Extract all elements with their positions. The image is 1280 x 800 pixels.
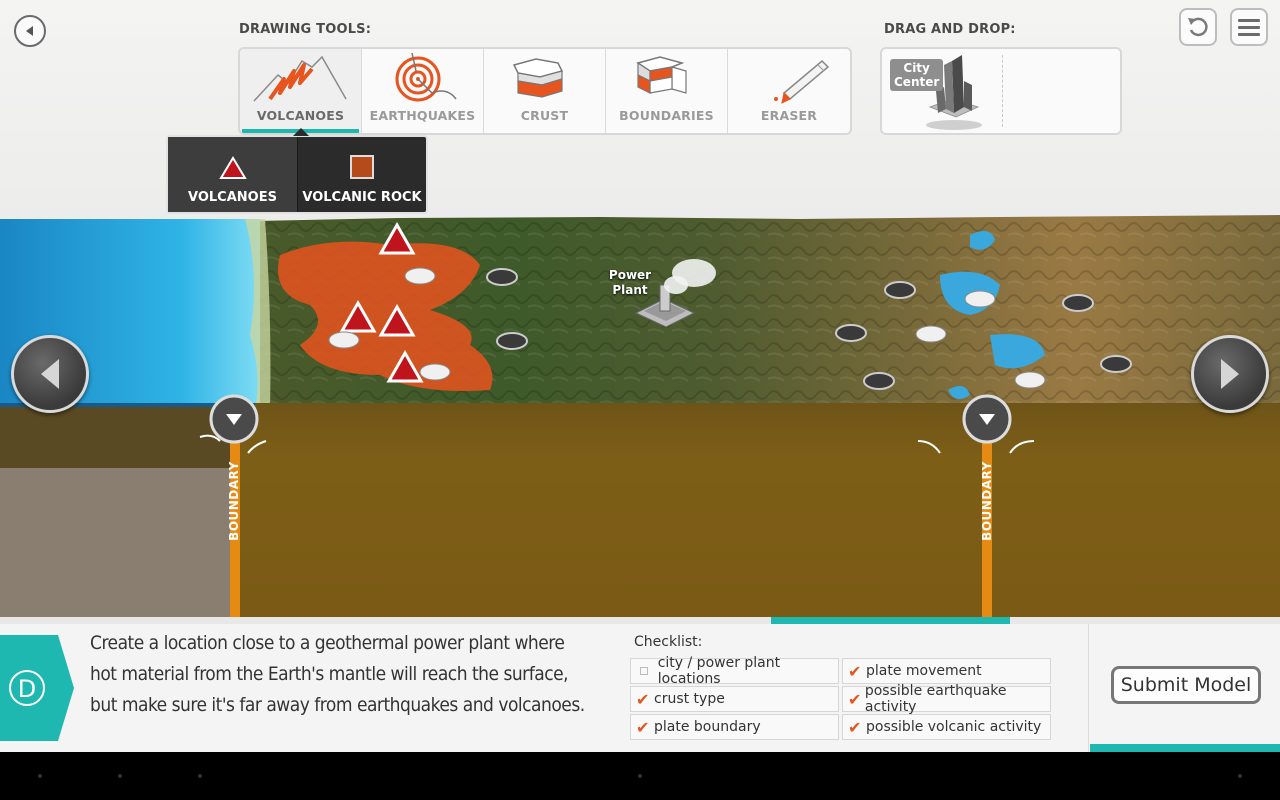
volcano-submenu: VOLCANOES VOLCANIC ROCK bbox=[166, 128, 428, 214]
checkmark-icon: ✔ bbox=[848, 689, 862, 709]
undo-icon bbox=[1188, 17, 1208, 37]
next-button[interactable] bbox=[1191, 335, 1269, 413]
submenu-label: VOLCANOES bbox=[188, 190, 277, 205]
power-plant-label: Power Plant bbox=[606, 268, 654, 298]
instructions-line: but make sure it's far away from earthqu… bbox=[90, 694, 585, 716]
tool-eraser[interactable]: ERASER bbox=[728, 49, 850, 133]
checkmark-icon: ✔ bbox=[636, 689, 650, 709]
submenu-label: VOLCANIC ROCK bbox=[302, 190, 422, 205]
drag-drop-panel: City Center bbox=[880, 47, 1122, 135]
checklist-item-label: plate movement bbox=[866, 663, 982, 679]
arrow-right-icon bbox=[1221, 359, 1239, 389]
checklist-item: ✔ possible earthquake activity bbox=[842, 683, 1051, 715]
undo-button[interactable] bbox=[1179, 8, 1217, 46]
tool-label: VOLCANOES bbox=[256, 108, 345, 123]
nav-dot bbox=[1238, 774, 1242, 778]
system-nav-bar bbox=[0, 752, 1280, 800]
nav-dot bbox=[198, 774, 202, 778]
boundary-label-right: BOUNDARY bbox=[980, 461, 994, 541]
submenu-volcanoes[interactable]: VOLCANOES bbox=[168, 137, 297, 212]
checklist-item-label: plate boundary bbox=[654, 719, 761, 735]
step-letter: D bbox=[18, 675, 36, 703]
boundary-handle-left[interactable] bbox=[209, 394, 259, 444]
tool-crust[interactable]: CRUST bbox=[484, 49, 606, 133]
checklist-item-label: possible volcanic activity bbox=[866, 719, 1042, 735]
back-arrow-icon bbox=[26, 26, 33, 36]
submenu-volcanic-rock[interactable]: VOLCANIC ROCK bbox=[297, 137, 426, 212]
app-window: DRAWING TOOLS: DRAG AND DROP: VOLCANOES … bbox=[0, 0, 1280, 752]
progress-fill bbox=[771, 617, 1010, 624]
checklist-item: ✔ crust type bbox=[630, 686, 839, 712]
boundary-handle-right[interactable] bbox=[962, 394, 1012, 444]
nav-dot bbox=[118, 774, 122, 778]
power-plant-line1: Power bbox=[608, 268, 652, 282]
panel-divider bbox=[1088, 624, 1089, 752]
crust-icon bbox=[512, 58, 564, 98]
checklist-item-label: city / power plant locations bbox=[657, 655, 781, 687]
arrow-left-icon bbox=[41, 359, 59, 389]
drawing-tools-label: DRAWING TOOLS: bbox=[239, 22, 372, 37]
menu-icon bbox=[1238, 19, 1260, 36]
prev-button[interactable] bbox=[11, 335, 89, 413]
nav-dot bbox=[38, 774, 42, 778]
tool-label: ERASER bbox=[760, 108, 818, 123]
checklist-item-label: possible earthquake activity bbox=[864, 683, 1007, 715]
panel-accent-bar bbox=[1090, 744, 1280, 752]
city-tag-line1: City bbox=[903, 61, 930, 75]
instructions-line: Create a location close to a geothermal … bbox=[90, 632, 565, 654]
tool-boundaries[interactable]: BOUNDARIES bbox=[606, 49, 728, 133]
step-badge: D bbox=[0, 635, 74, 741]
eraser-icon bbox=[774, 59, 830, 104]
boundaries-icon bbox=[636, 56, 687, 94]
back-button[interactable] bbox=[14, 15, 46, 47]
tool-label: EARTHQUAKES bbox=[369, 108, 476, 123]
unchecked-icon bbox=[640, 667, 648, 675]
checkmark-icon: ✔ bbox=[636, 717, 650, 737]
checklist-item-label: crust type bbox=[654, 691, 725, 707]
volcano-icon bbox=[253, 55, 347, 102]
tool-earthquakes[interactable]: EARTHQUAKES bbox=[362, 49, 484, 133]
power-plant-line2: Plant bbox=[612, 283, 648, 297]
drawing-tools-panel: VOLCANOES EARTHQUAKES CRUST BOUNDARIES E… bbox=[238, 47, 852, 135]
instructions-line: hot material from the Earth's mantle wil… bbox=[90, 663, 569, 685]
progress-track bbox=[0, 617, 1280, 624]
tool-volcanoes[interactable]: VOLCANOES bbox=[240, 49, 362, 133]
city-center-tag: City Center bbox=[890, 59, 944, 91]
checkmark-icon: ✔ bbox=[848, 717, 862, 737]
checklist-item: ✔ possible volcanic activity bbox=[842, 714, 1051, 740]
triangle-icon bbox=[218, 156, 247, 179]
checklist-title: Checklist: bbox=[634, 634, 703, 650]
checkmark-icon: ✔ bbox=[848, 661, 862, 681]
checklist-item: city / power plant locations bbox=[630, 655, 839, 687]
instructions-text: Create a location close to a geothermal … bbox=[90, 628, 610, 721]
checklist-item: ✔ plate boundary bbox=[630, 714, 839, 740]
drop-divider bbox=[1002, 55, 1003, 127]
task-panel: D Create a location close to a geotherma… bbox=[0, 624, 1280, 752]
tool-label: BOUNDARIES bbox=[619, 108, 714, 123]
square-icon bbox=[350, 155, 374, 179]
nav-dot bbox=[638, 774, 642, 778]
checklist-item: ✔ plate movement bbox=[842, 658, 1051, 684]
drag-drop-label: DRAG AND DROP: bbox=[884, 22, 1016, 37]
city-tag-line2: Center bbox=[894, 75, 940, 89]
earthquake-icon bbox=[395, 53, 457, 102]
submit-model-button[interactable]: Submit Model bbox=[1111, 666, 1261, 704]
tool-label: CRUST bbox=[520, 108, 569, 123]
boundary-label-left: BOUNDARY bbox=[227, 461, 241, 541]
menu-button[interactable] bbox=[1230, 8, 1268, 46]
